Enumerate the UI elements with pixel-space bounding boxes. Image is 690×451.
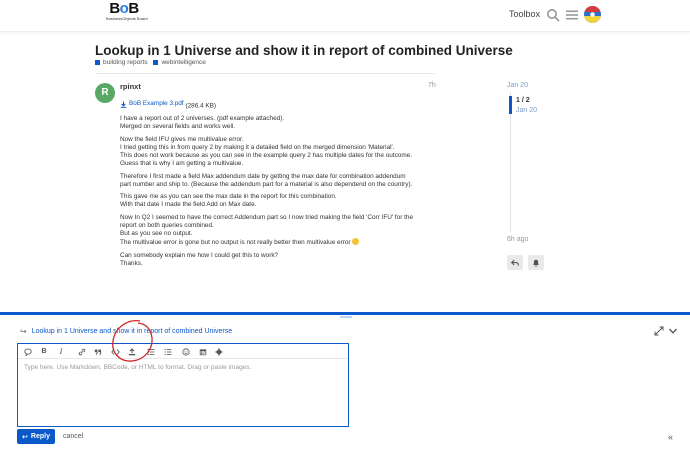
topic-title[interactable]: Lookup in 1 Universe and show it in repo… [95,43,513,58]
attachment-size: (286.4 KB) [185,102,217,110]
reply-composer: ↪ Lookup in 1 Universe and show it in re… [0,312,690,451]
editor: B I Type here. Use Markdown, BBCode, or … [17,343,349,427]
gear-icon[interactable] [213,346,225,357]
hamburger-menu-icon[interactable] [566,9,578,21]
expand-icon[interactable] [654,326,664,336]
chevron-down-icon[interactable] [668,326,678,336]
site-logo[interactable]: BoB BusinessObjects Board [106,0,148,29]
confused-emoji-icon [352,238,360,246]
editor-textarea[interactable]: Type here. Use Markdown, BBCode, or HTML… [24,364,251,371]
emoji-icon[interactable] [180,346,192,357]
timeline-end-label[interactable]: 6h ago [507,236,528,243]
post-paragraph: I have a report out of 2 universes. (pdf… [120,114,285,131]
title-divider [95,73,435,74]
reply-arrow-icon: ↪ [20,327,27,336]
link-icon[interactable] [76,346,88,357]
tag-building-reports[interactable]: building reports [95,59,147,66]
blockquote-icon[interactable] [92,346,104,357]
reply-icon [511,259,519,266]
bold-icon[interactable]: B [38,346,50,357]
bell-icon [533,259,539,267]
collapse-preview-icon[interactable]: « [668,432,673,442]
download-icon [120,101,127,108]
toolbox-link[interactable]: Toolbox [509,9,540,19]
italic-icon[interactable]: I [55,346,67,357]
logo-subtitle: BusinessObjects Board [106,16,148,21]
post-time[interactable]: 7h [428,82,436,89]
editor-toolbar: B I [18,344,348,359]
numbered-list-icon[interactable] [162,346,174,357]
post-paragraph: This gave me as you can see the max date… [120,193,337,209]
user-avatar[interactable] [584,6,601,23]
composer-resize-grip[interactable] [340,316,352,318]
quote-icon[interactable] [22,346,34,357]
reply-icon: ↩ [22,433,28,441]
cancel-link[interactable]: cancel [63,433,83,440]
annotation-circle [112,320,153,362]
post-paragraph: Therefore I first made a field Max adden… [120,172,413,188]
topic-tags: building reports webintelligence [95,59,206,66]
tag-webintelligence[interactable]: webintelligence [153,59,206,66]
post-paragraph: Now the field IFU gives me multivalue er… [120,135,413,168]
timeline-current-date: Jan 20 [516,107,538,114]
post-paragraph: Can somebody explain me how I could get … [120,251,279,267]
post-paragraph: Now In Q2 I seemed to have the correct A… [120,213,413,247]
logo-text: BoB [109,0,139,17]
post-username[interactable]: rpinxt [120,82,141,91]
site-header: BoB BusinessObjects Board Toolbox [0,0,690,32]
search-icon[interactable] [546,8,560,22]
post-body: BoB Example 3.pdf (286.4 KB) I have a re… [120,100,440,272]
notification-button[interactable] [528,255,544,270]
timeline-position: 1 / 2 [516,97,530,104]
timeline-start-date[interactable]: Jan 20 [507,82,528,89]
reply-topic-button[interactable] [507,255,523,270]
attachment-link[interactable]: BoB Example 3.pdf [120,100,184,108]
timeline-handle[interactable] [509,96,512,114]
date-icon[interactable] [197,346,209,357]
post-author-avatar[interactable]: R [95,83,115,103]
reply-button[interactable]: ↩ Reply [17,429,55,444]
